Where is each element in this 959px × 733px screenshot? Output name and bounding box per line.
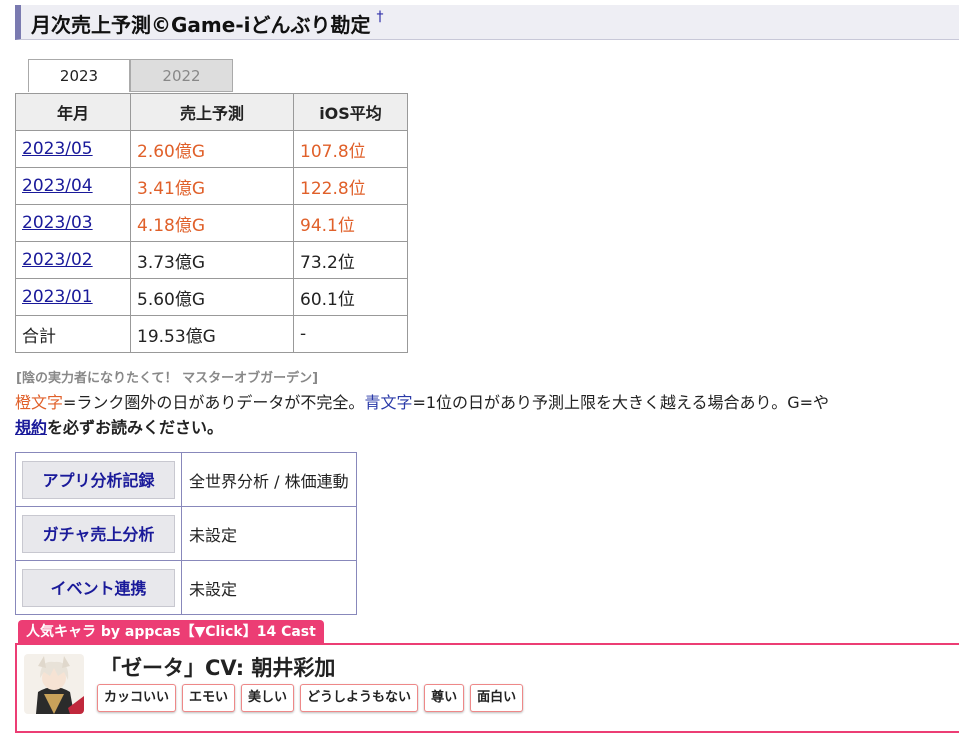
table-row: 2023/05 2.60億G 107.8位: [15, 130, 408, 168]
total-label: 合計: [15, 315, 131, 353]
orange-legend-text: =ランク圏外の日がありデータが不完全。: [63, 393, 365, 412]
analysis-button-cell: ガチャ売上分析: [15, 506, 182, 561]
ios-cell: 73.2位: [293, 241, 408, 279]
character-name: 「ゼータ」CV: 朝井彩加: [100, 656, 336, 680]
month-link[interactable]: 2023/04: [22, 176, 93, 196]
month-link[interactable]: 2023/02: [22, 250, 93, 270]
analysis-button-cell: イベント連携: [15, 560, 182, 615]
analysis-link-row: アプリ分析記録 全世界分析 / 株価連動: [15, 452, 357, 507]
character-avatar-image: [24, 654, 84, 714]
page-title-bar: 月次売上予測©Game-iどんぶり勘定 †: [15, 5, 959, 40]
ios-cell: 122.8位: [293, 167, 408, 205]
terms-text: を必ずお読みください。: [47, 418, 224, 437]
tag-button[interactable]: エモい: [182, 684, 236, 712]
tag-button[interactable]: どうしようもない: [300, 684, 419, 712]
tag-button[interactable]: 美しい: [241, 684, 295, 712]
blue-legend-word: 青文字: [364, 393, 413, 412]
total-sales: 19.53億G: [130, 315, 294, 353]
tag-button[interactable]: カッコいい: [97, 684, 177, 712]
table-row: 2023/01 5.60億G 60.1位: [15, 278, 408, 316]
orange-legend-word: 橙文字: [15, 393, 64, 412]
analysis-links-table: アプリ分析記録 全世界分析 / 株価連動 ガチャ売上分析 未設定 イベント連携 …: [15, 452, 357, 615]
sales-cell: 2.60億G: [130, 130, 294, 168]
month-link[interactable]: 2023/01: [22, 287, 93, 307]
blue-legend-text: =1位の日があり予測上限を大きく越える場合あり。G=や: [412, 393, 830, 412]
analysis-link-row: ガチャ売上分析 未設定: [15, 506, 357, 561]
character-avatar[interactable]: [24, 654, 84, 714]
gacha-analysis-value: 未設定: [181, 506, 357, 561]
table-row: 2023/03 4.18億G 94.1位: [15, 204, 408, 242]
month-cell: 2023/02: [15, 241, 131, 279]
sales-cell: 4.18億G: [130, 204, 294, 242]
popular-character-tab[interactable]: 人気キャラ by appcas【▼Click】14 Cast: [18, 620, 324, 644]
month-cell: 2023/04: [15, 167, 131, 205]
month-link[interactable]: 2023/05: [22, 139, 93, 159]
event-link-button[interactable]: イベント連携: [22, 568, 175, 607]
ios-cell: 60.1位: [293, 278, 408, 316]
app-analysis-button[interactable]: アプリ分析記録: [22, 460, 175, 499]
ios-cell: 94.1位: [293, 204, 408, 242]
page-title: 月次売上予測©Game-iどんぶり勘定 †: [31, 9, 383, 38]
tab-2022[interactable]: 2022: [130, 59, 233, 92]
event-link-value: 未設定: [181, 560, 357, 615]
header-month: 年月: [15, 93, 131, 131]
analysis-link-row: イベント連携 未設定: [15, 560, 357, 615]
month-cell: 2023/05: [15, 130, 131, 168]
character-tags: カッコいい エモい 美しい どうしようもない 尊い 面白い: [97, 684, 524, 712]
header-ios: iOS平均: [293, 93, 408, 131]
tag-button[interactable]: 面白い: [470, 684, 524, 712]
table-row: 2023/02 3.73億G 73.2位: [15, 241, 408, 279]
total-ios: -: [293, 315, 408, 353]
ios-cell: 107.8位: [293, 130, 408, 168]
gacha-analysis-button[interactable]: ガチャ売上分析: [22, 514, 175, 553]
analysis-button-cell: アプリ分析記録: [15, 452, 182, 507]
month-cell: 2023/01: [15, 278, 131, 316]
tag-button[interactable]: 尊い: [424, 684, 465, 712]
header-sales: 売上予測: [130, 93, 294, 131]
tab-2023[interactable]: 2023: [28, 59, 130, 92]
table-total-row: 合計 19.53億G -: [15, 315, 408, 353]
table-row: 2023/04 3.41億G 122.8位: [15, 167, 408, 205]
sales-cell: 3.73億G: [130, 241, 294, 279]
sales-table: 年月 売上予測 iOS平均 2023/05 2.60億G 107.8位 2023…: [15, 93, 408, 353]
game-subtitle: [陰の実力者になりたくて！ マスターオブガーデン]: [16, 371, 319, 386]
terms-note: 規約を必ずお読みください。: [15, 414, 223, 438]
sales-cell: 5.60億G: [130, 278, 294, 316]
legend-note: 橙文字=ランク圏外の日がありデータが不完全。青文字=1位の日があり予測上限を大き…: [15, 389, 829, 413]
anchor-link[interactable]: †: [376, 9, 383, 25]
table-header-row: 年月 売上予測 iOS平均: [15, 93, 408, 131]
page-title-text: 月次売上予測©Game-iどんぶり勘定: [31, 13, 371, 37]
month-link[interactable]: 2023/03: [22, 213, 93, 233]
month-cell: 2023/03: [15, 204, 131, 242]
terms-link[interactable]: 規約: [15, 418, 47, 437]
app-analysis-value: 全世界分析 / 株価連動: [181, 452, 357, 507]
sales-cell: 3.41億G: [130, 167, 294, 205]
